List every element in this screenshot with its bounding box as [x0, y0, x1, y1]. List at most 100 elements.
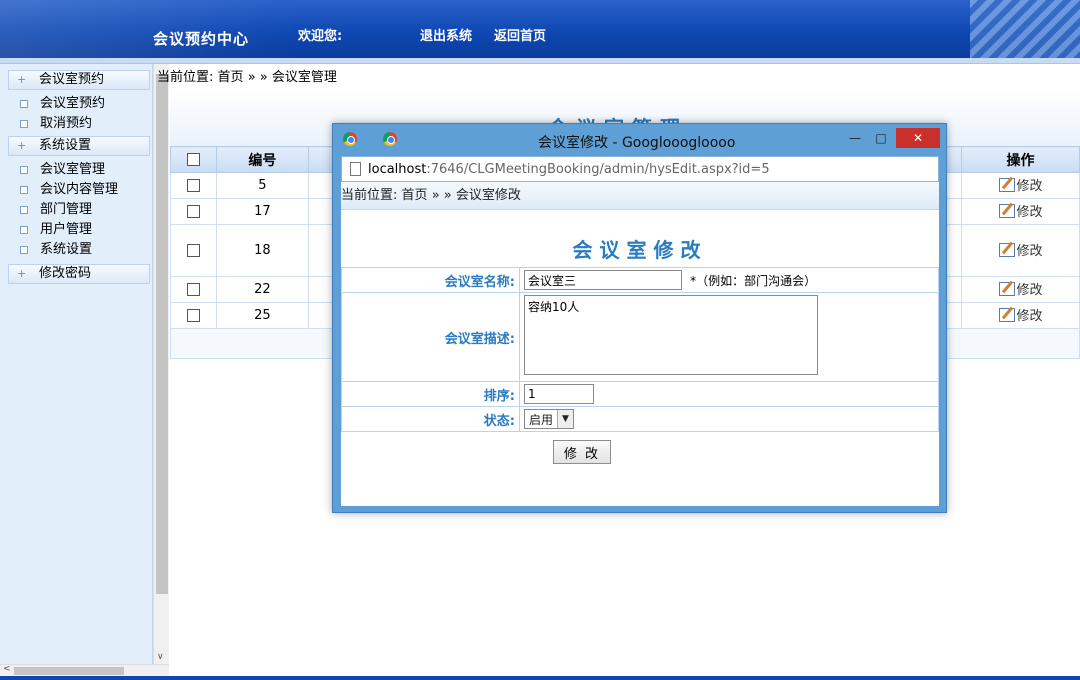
sort-order-input[interactable]: [524, 384, 594, 404]
row-id: 17: [215, 198, 309, 225]
edit-link[interactable]: 修改: [998, 201, 1043, 221]
column-id: 编号: [215, 146, 309, 173]
tree-node-icon: [20, 226, 28, 234]
row-action-cell: 修改: [961, 302, 1080, 329]
sidebar-item-user-management[interactable]: 用户管理: [0, 220, 152, 240]
chevron-down-icon[interactable]: ▼: [557, 410, 574, 428]
header-highlight: [0, 0, 300, 58]
sidebar-item-label: 会议室管理: [40, 162, 106, 177]
tree-node-icon: [20, 100, 28, 108]
status-label: 状态:: [341, 406, 520, 432]
tree-node-icon: [20, 120, 28, 128]
select-all-checkbox[interactable]: [186, 153, 200, 166]
room-name-hint: *（例如：部门沟通会）: [690, 273, 817, 288]
scroll-left-icon[interactable]: <: [3, 664, 11, 674]
tree-plus-icon: +: [17, 73, 27, 86]
scroll-down-icon[interactable]: ∨: [157, 652, 164, 662]
room-name-cell: *（例如：部门沟通会）: [519, 267, 939, 293]
sidebar-item-room-management[interactable]: 会议室管理: [0, 160, 152, 180]
row-action-cell: 修改: [961, 224, 1080, 277]
breadcrumb-separator: » »: [431, 188, 452, 203]
form-row-status: 状态: 启用 ▼: [341, 406, 939, 432]
submit-edit-button[interactable]: 修 改: [553, 440, 611, 464]
tree-node-icon: [20, 186, 28, 194]
edit-icon: [998, 203, 1015, 218]
sidebar-item-label: 部门管理: [40, 202, 93, 217]
sidebar-item-label: 会议室预约: [40, 96, 106, 111]
scrollbar-thumb[interactable]: [156, 74, 168, 594]
status-cell: 启用 ▼: [519, 406, 939, 432]
edit-link[interactable]: 修改: [998, 305, 1043, 325]
breadcrumb: 当前位置: 首页 » » 会议室管理: [157, 66, 337, 85]
dialog-titlebar[interactable]: 会议室修改 - Googlooogloooo — □ ✕: [333, 124, 946, 154]
row-checkbox[interactable]: [186, 244, 200, 257]
breadcrumb-prefix: 当前位置:: [157, 70, 214, 85]
edit-icon: [998, 177, 1015, 192]
sidebar-group-label: 系统设置: [39, 138, 92, 153]
sidebar-item-cancel-booking[interactable]: 取消预约: [0, 114, 152, 134]
column-action: 操作: [961, 146, 1080, 173]
home-link[interactable]: 返回首页: [494, 25, 546, 44]
edit-link[interactable]: 修改: [998, 240, 1043, 259]
row-checkbox[interactable]: [186, 179, 200, 192]
edit-label: 修改: [1016, 309, 1043, 325]
close-icon[interactable]: ✕: [896, 128, 940, 148]
row-checkbox-cell: [170, 302, 217, 329]
sidebar-group-booking[interactable]: + 会议室预约: [8, 70, 150, 90]
hscrollbar-thumb[interactable]: [14, 667, 124, 675]
edit-link[interactable]: 修改: [998, 279, 1043, 298]
form-row-name: 会议室名称: *（例如：部门沟通会）: [341, 267, 939, 293]
room-name-input[interactable]: [524, 270, 682, 290]
tree-node-icon: [20, 246, 28, 254]
address-url[interactable]: localhost:7646/CLGMeetingBooking/admin/h…: [368, 162, 770, 177]
chrome-icon: [383, 132, 397, 146]
form-row-description: 会议室描述: 容纳10人: [341, 292, 939, 382]
breadcrumb-home[interactable]: 首页: [402, 188, 428, 203]
header-keyboard-graphic: [970, 0, 1080, 58]
tree-node-icon: [20, 206, 28, 214]
breadcrumb-current: 会议室修改: [455, 188, 521, 203]
room-name-label: 会议室名称:: [341, 267, 520, 293]
dialog-heading: 会议室修改: [572, 238, 708, 262]
row-id: 5: [215, 172, 309, 199]
row-checkbox[interactable]: [186, 283, 200, 296]
tree-plus-icon: +: [17, 139, 27, 152]
dialog-breadcrumb: 当前位置: 首页 » » 会议室修改: [341, 182, 939, 210]
select-all-cell: [170, 146, 217, 173]
breadcrumb-separator: » »: [247, 70, 268, 85]
sidebar-item-content-management[interactable]: 会议内容管理: [0, 180, 152, 200]
document-icon: [350, 162, 361, 176]
breadcrumb-home[interactable]: 首页: [218, 70, 244, 85]
sidebar-item-label: 取消预约: [40, 116, 93, 131]
row-checkbox[interactable]: [186, 205, 200, 218]
sidebar-group-change-password[interactable]: + 修改密码: [8, 264, 150, 284]
room-description-cell: 容纳10人: [519, 292, 939, 382]
sidebar-item-room-booking[interactable]: 会议室预约: [0, 94, 152, 114]
maximize-icon[interactable]: □: [874, 128, 888, 148]
row-checkbox[interactable]: [186, 309, 200, 322]
status-select[interactable]: 启用 ▼: [524, 409, 575, 429]
sidebar-hscrollbar[interactable]: <: [0, 664, 169, 676]
row-id: 18: [215, 224, 309, 277]
row-action-cell: 修改: [961, 198, 1080, 225]
sidebar-item-label: 会议内容管理: [40, 182, 119, 197]
edit-link[interactable]: 修改: [998, 175, 1043, 194]
edit-label: 修改: [1016, 205, 1043, 221]
sidebar-item-system-settings[interactable]: 系统设置: [0, 240, 152, 260]
dialog-window-title: 会议室修改 - Googlooogloooo: [538, 135, 736, 151]
room-description-textarea[interactable]: 容纳10人: [524, 295, 818, 375]
minimize-icon[interactable]: —: [848, 128, 862, 148]
breadcrumb-current: 会议室管理: [271, 70, 337, 85]
status-selected-value: 启用: [529, 412, 554, 427]
logout-link[interactable]: 退出系统: [420, 25, 472, 44]
sidebar: + 会议室预约 会议室预约 取消预约 + 系统设置 会议室管理 会议内容管理 部…: [0, 64, 153, 664]
sidebar-scrollbar[interactable]: ∨: [153, 64, 169, 664]
sidebar-item-label: 系统设置: [40, 242, 93, 257]
sidebar-group-settings[interactable]: + 系统设置: [8, 136, 150, 156]
edit-icon: [998, 242, 1015, 257]
row-action-cell: 修改: [961, 276, 1080, 303]
row-id: 22: [215, 276, 309, 303]
breadcrumb-prefix: 当前位置:: [341, 188, 398, 203]
address-bar[interactable]: localhost:7646/CLGMeetingBooking/admin/h…: [341, 156, 939, 182]
sidebar-item-department-management[interactable]: 部门管理: [0, 200, 152, 220]
